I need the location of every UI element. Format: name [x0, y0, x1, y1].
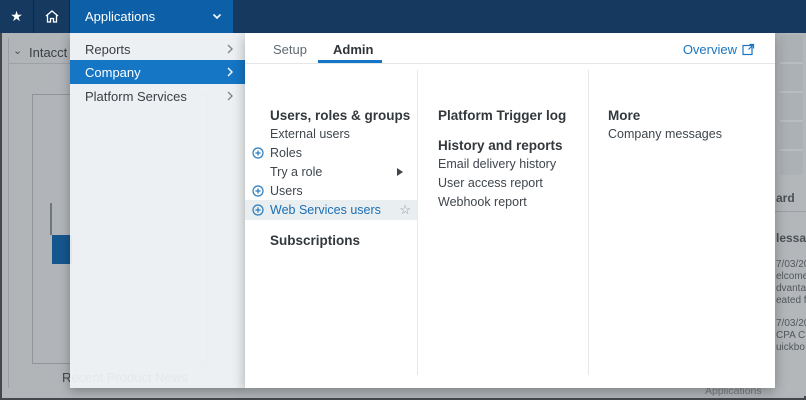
bg-fragment: eated f: [776, 295, 806, 306]
menu-item-webhook-report[interactable]: Webhook report: [418, 192, 588, 212]
menu-item-label: User access report: [438, 176, 543, 190]
chevron-right-icon: [227, 67, 233, 77]
plus-circle-icon[interactable]: [252, 147, 264, 159]
section-heading: More: [608, 108, 641, 123]
menu-item-users[interactable]: Users: [245, 181, 417, 201]
section-heading: Users, roles & groups: [270, 108, 411, 123]
bg-fragment: uickbo: [776, 342, 805, 353]
bg-fragment: dvantag: [776, 283, 806, 294]
menu-item-label: External users: [270, 127, 350, 141]
flyout-column-more: More Company messages: [589, 64, 775, 388]
bg-chart-axis: [50, 203, 52, 235]
menu-item-reports[interactable]: Reports: [70, 38, 245, 60]
tab-admin[interactable]: Admin: [333, 42, 373, 57]
menu-item-label: Users: [270, 184, 303, 198]
bg-panel-border: [8, 38, 9, 388]
tab-setup[interactable]: Setup: [273, 42, 307, 57]
favorites-button[interactable]: ★: [0, 0, 33, 33]
external-link-icon: [742, 43, 755, 56]
bg-fragment-divider: [775, 211, 806, 212]
home-icon: [45, 10, 59, 23]
bg-right-edge: ard lessag 7/03/20 elcome dvantag eated …: [775, 33, 806, 396]
menu-item-company-messages[interactable]: Company messages: [589, 124, 775, 144]
menu-item-try-a-role[interactable]: Try a role: [245, 162, 417, 182]
star-icon: ★: [10, 8, 23, 24]
chevron-down-icon: [212, 13, 222, 20]
chevron-right-icon: [227, 44, 233, 54]
applications-menu-button[interactable]: Applications: [70, 0, 233, 33]
menu-item-label: Email delivery history: [438, 157, 557, 171]
menu-item-company[interactable]: Company: [70, 60, 245, 84]
bg-fragment: ard: [776, 191, 795, 205]
menu-item-label: Company: [85, 64, 141, 80]
home-button[interactable]: [34, 0, 70, 33]
plus-circle-icon[interactable]: [252, 204, 264, 216]
section-heading: History and reports: [438, 138, 563, 153]
menu-item-user-access-report[interactable]: User access report: [418, 173, 588, 193]
active-tab-underline: [318, 60, 382, 63]
menu-item-label: Web Services users: [270, 203, 381, 217]
menu-item-label: Platform Services: [85, 88, 187, 104]
overview-label: Overview: [682, 42, 737, 57]
bg-fragment: lessag: [776, 231, 806, 245]
app-window: ⌄ Intacct Recent Product News Applicatio…: [0, 0, 806, 400]
top-nav-bar: ★ Applications: [0, 0, 806, 33]
bg-fragment: CPA C: [776, 330, 806, 341]
flyout-column-users: Users, roles & groups External users Rol…: [245, 64, 417, 388]
company-flyout-panel: Setup Admin Overview Users, roles & grou…: [245, 33, 775, 388]
bg-chart-bar: [52, 235, 72, 264]
plus-circle-icon[interactable]: [252, 185, 264, 197]
chevron-down-icon: ⌄: [13, 45, 23, 57]
flyout-tab-bar: Setup Admin Overview: [245, 33, 775, 64]
bg-fragment: 7/03/20: [776, 318, 806, 329]
menu-item-roles[interactable]: Roles: [245, 143, 417, 163]
menu-item-label: Webhook report: [438, 195, 527, 209]
bg-right-list: [780, 35, 803, 175]
menu-item-external-users[interactable]: External users: [245, 124, 417, 144]
menu-item-platform-services[interactable]: Platform Services: [70, 84, 245, 108]
bg-fragment: elcome: [776, 271, 806, 282]
menu-item-email-delivery-history[interactable]: Email delivery history: [418, 154, 588, 174]
menu-item-label: Company messages: [608, 127, 722, 141]
section-heading: Subscriptions: [270, 233, 361, 248]
bg-panel-divider: [8, 63, 70, 64]
bg-fragment: 7/03/20: [776, 259, 806, 270]
submenu-arrow-icon: [397, 168, 403, 176]
favorite-star-icon[interactable]: ☆: [399, 202, 411, 218]
bg-panel-title: Intacct: [29, 45, 68, 60]
menu-item-label: Try a role: [270, 165, 323, 179]
menu-item-label: Reports: [85, 41, 131, 57]
section-heading[interactable]: Platform Trigger log: [438, 108, 566, 123]
overview-link[interactable]: Overview: [683, 42, 755, 57]
menu-item-web-services-users[interactable]: Web Services users ☆: [245, 200, 417, 220]
applications-dropdown: Reports Company Platform Services: [70, 33, 245, 388]
applications-label: Applications: [85, 9, 156, 24]
menu-item-label: Roles: [270, 146, 302, 160]
chevron-right-icon: [227, 91, 233, 101]
flyout-column-reports: Platform Trigger log History and reports…: [418, 64, 588, 388]
